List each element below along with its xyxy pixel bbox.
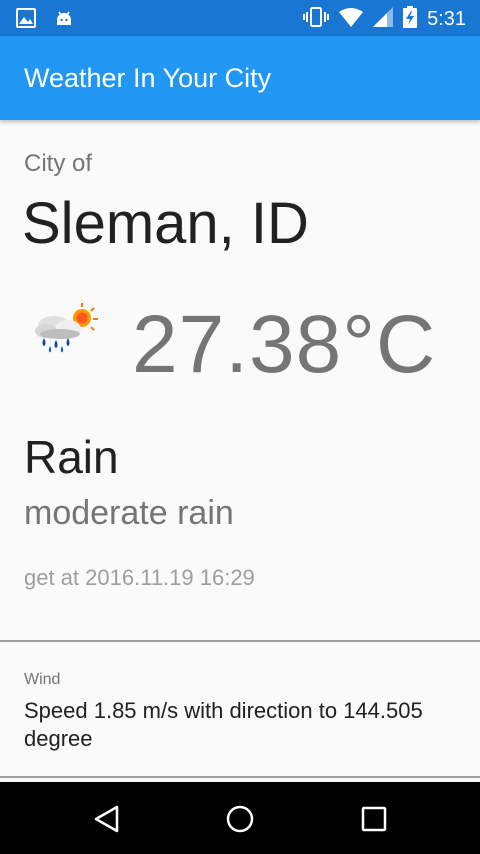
back-icon bbox=[94, 805, 119, 833]
rain-sun-cloud-icon bbox=[32, 302, 102, 354]
status-bar: 5:31 bbox=[0, 0, 480, 36]
wind-label: Wind bbox=[24, 671, 61, 688]
weather-condition: Rain bbox=[24, 431, 119, 483]
app-title: Weather In Your City bbox=[24, 63, 272, 93]
android-icon bbox=[54, 8, 74, 32]
home-icon bbox=[226, 805, 254, 833]
divider bbox=[0, 776, 480, 778]
city-label: City of bbox=[24, 150, 93, 177]
fetched-timestamp: get at 2016.11.19 16:29 bbox=[24, 565, 255, 590]
vibrate-icon bbox=[303, 6, 330, 32]
home-button[interactable] bbox=[225, 804, 255, 834]
signal-icon bbox=[373, 7, 394, 31]
wifi-icon bbox=[339, 7, 364, 31]
temperature: 27.38°C bbox=[132, 299, 437, 390]
navigation-bar bbox=[0, 782, 480, 854]
divider bbox=[0, 640, 480, 642]
city-name: Sleman, ID bbox=[22, 191, 309, 256]
image-icon bbox=[16, 8, 36, 32]
status-time: 5:31 bbox=[427, 7, 466, 30]
back-button[interactable] bbox=[92, 804, 122, 834]
recents-icon bbox=[361, 806, 387, 832]
wind-value: Speed 1.85 m/s with direction to 144.505… bbox=[24, 698, 423, 751]
battery-charging-icon bbox=[403, 6, 418, 32]
recents-button[interactable] bbox=[359, 804, 389, 834]
weather-description: moderate rain bbox=[24, 494, 234, 532]
app-bar: Weather In Your City bbox=[0, 36, 480, 120]
